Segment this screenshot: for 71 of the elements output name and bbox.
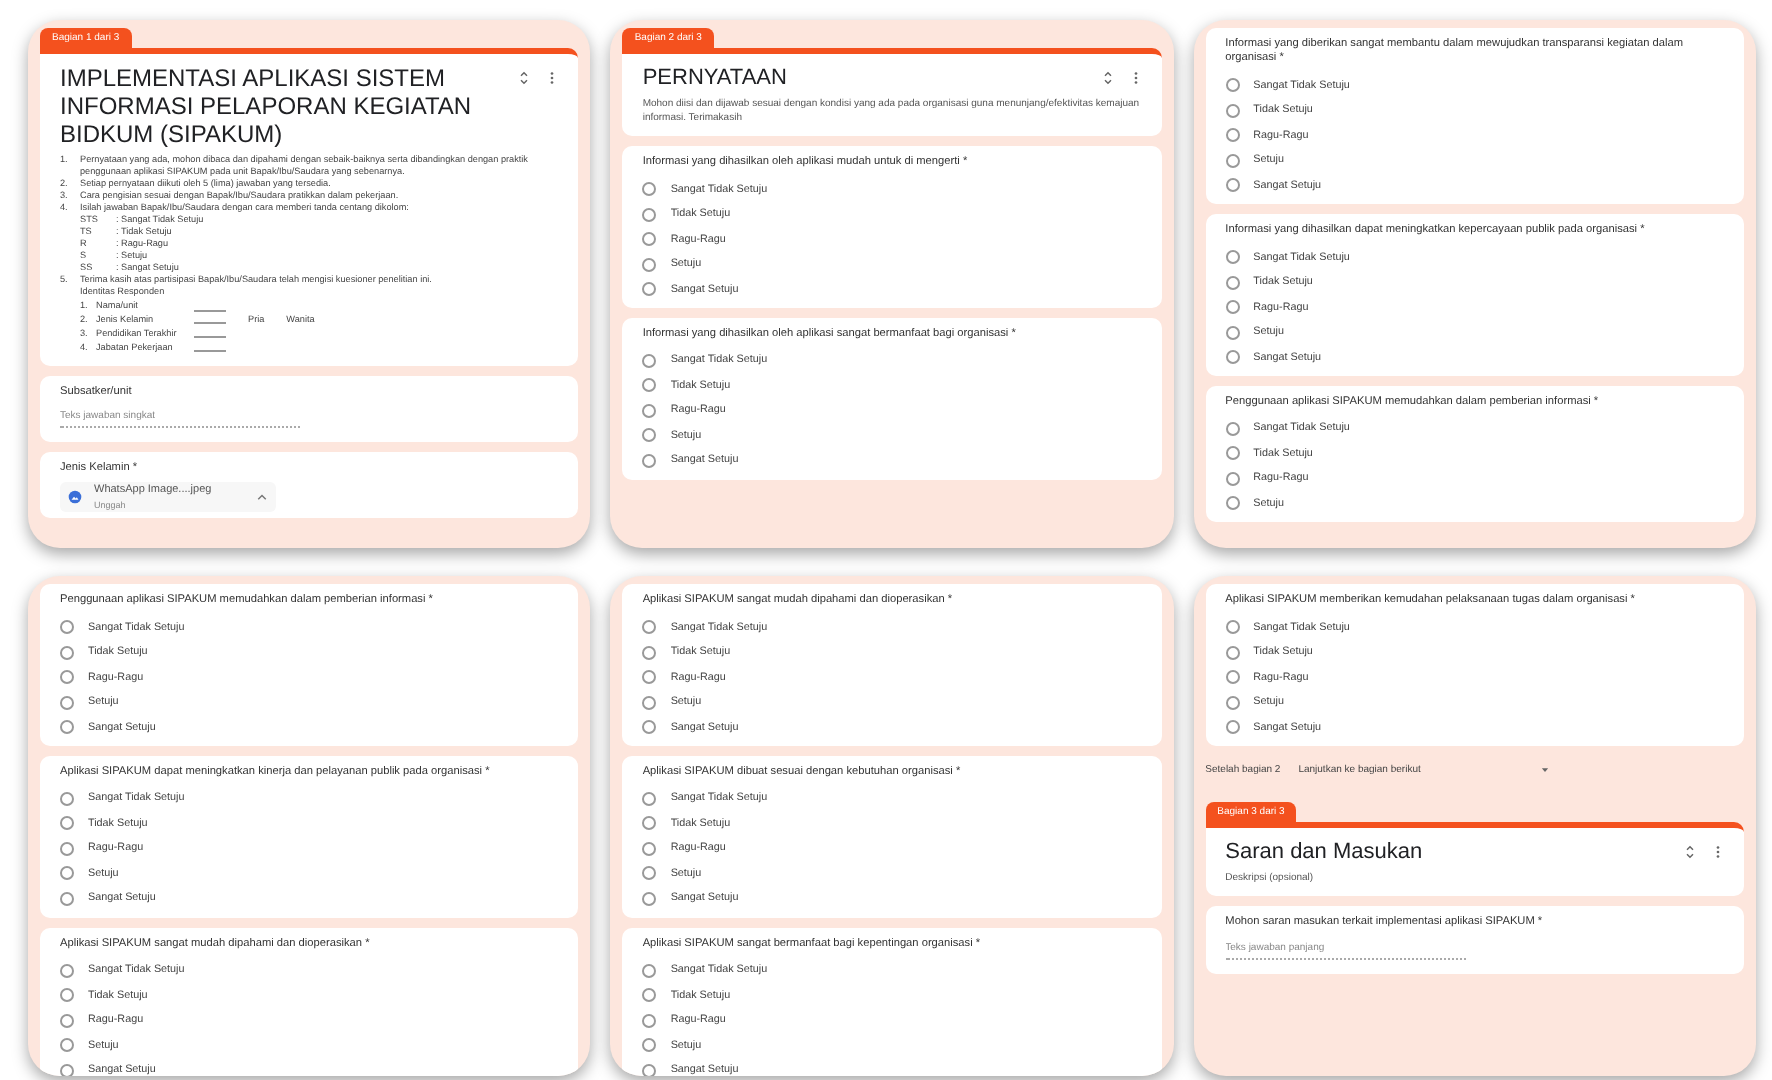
radio-button[interactable]	[642, 1038, 657, 1053]
radio-button[interactable]	[642, 232, 657, 247]
radio-button[interactable]	[642, 282, 657, 297]
radio-button[interactable]	[60, 791, 74, 806]
radio-button[interactable]	[60, 866, 74, 881]
radio-button[interactable]	[1225, 178, 1240, 193]
radio-button[interactable]	[642, 620, 657, 635]
radio-button[interactable]	[1225, 446, 1240, 461]
radio-button[interactable]	[642, 645, 657, 660]
collapse-icon[interactable]	[1684, 843, 1696, 860]
section-title: PERNYATAAN	[642, 66, 789, 90]
radio-button[interactable]	[1225, 128, 1240, 143]
dropdown-caret-icon	[1540, 765, 1551, 774]
radio-button[interactable]	[642, 1063, 657, 1076]
radio-button[interactable]	[642, 720, 657, 735]
radio-button[interactable]	[642, 403, 657, 418]
radio-button[interactable]	[1225, 325, 1240, 340]
radio-button[interactable]	[1225, 250, 1240, 265]
radio-button[interactable]	[642, 963, 657, 978]
radio-button[interactable]	[642, 353, 657, 368]
radio-button[interactable]	[60, 645, 74, 660]
radio-button[interactable]	[60, 988, 74, 1003]
radio-button[interactable]	[60, 1013, 74, 1028]
radio-button[interactable]	[60, 891, 74, 906]
radio-button[interactable]	[642, 670, 657, 685]
more-options-icon[interactable]	[546, 70, 559, 86]
radio-button[interactable]	[1225, 620, 1240, 635]
radio-button[interactable]	[642, 182, 657, 197]
radio-button[interactable]	[642, 816, 657, 831]
radio-button[interactable]	[642, 891, 657, 906]
section-title: Saran dan Masukan	[1225, 839, 1425, 864]
radio-button[interactable]	[1225, 350, 1240, 365]
radio-button[interactable]	[1225, 471, 1240, 486]
radio-button[interactable]	[642, 257, 657, 272]
radio-button[interactable]	[642, 378, 657, 393]
radio-button[interactable]	[60, 620, 74, 635]
radio-button[interactable]	[1225, 153, 1240, 168]
radio-button[interactable]	[642, 791, 657, 806]
caret-icon	[256, 492, 268, 503]
radio-button[interactable]	[642, 207, 657, 222]
section-title: IMPLEMENTASI APLIKASI SISTEM INFORMASI PELAPORAN KEGIATAN BIDKUM (SIPAKUM)	[60, 66, 474, 149]
radio-button[interactable]	[60, 841, 74, 856]
radio-button[interactable]	[642, 841, 657, 856]
radio-button[interactable]	[60, 1063, 74, 1076]
image-file-icon	[68, 490, 82, 505]
more-options-icon[interactable]	[1712, 843, 1724, 860]
radio-button[interactable]	[1225, 103, 1240, 118]
radio-button[interactable]	[1225, 78, 1240, 93]
radio-button[interactable]	[642, 428, 657, 443]
radio-button[interactable]	[642, 1013, 657, 1028]
radio-button[interactable]	[642, 695, 657, 710]
collapse-icon[interactable]	[1101, 70, 1114, 86]
radio-button[interactable]	[1225, 670, 1240, 685]
radio-button[interactable]	[60, 695, 74, 710]
radio-button[interactable]	[1225, 720, 1240, 735]
radio-button[interactable]	[60, 720, 74, 735]
radio-button[interactable]	[1225, 421, 1240, 436]
radio-button[interactable]	[60, 816, 74, 831]
collapse-icon[interactable]	[518, 70, 531, 86]
radio-button[interactable]	[1225, 645, 1240, 660]
radio-button[interactable]	[1225, 496, 1240, 511]
radio-button[interactable]	[60, 670, 74, 685]
radio-button[interactable]	[60, 963, 74, 978]
radio-button[interactable]	[642, 866, 657, 881]
radio-button[interactable]	[60, 1038, 74, 1053]
radio-button[interactable]	[1225, 695, 1240, 710]
radio-button[interactable]	[642, 988, 657, 1003]
radio-button[interactable]	[1225, 300, 1240, 315]
radio-button[interactable]	[1225, 275, 1240, 290]
more-options-icon[interactable]	[1129, 70, 1142, 86]
radio-button[interactable]	[642, 453, 657, 468]
